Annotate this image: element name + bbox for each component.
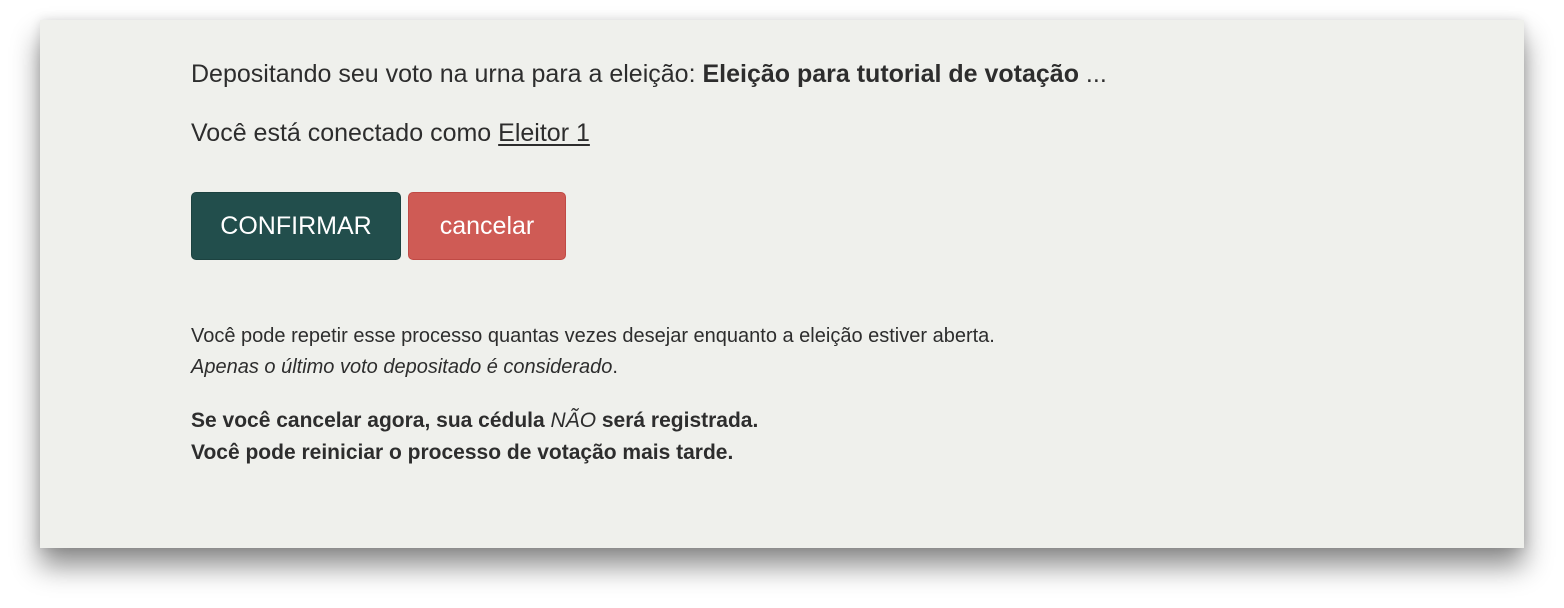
cancel-warning: Se você cancelar agora, sua cédula NÃO s… [191, 405, 758, 469]
repeat-vote-line: Você pode repetir esse processo quantas … [191, 325, 995, 347]
election-name: Eleição para tutorial de votação [702, 60, 1079, 88]
election-heading-prefix: Depositando seu voto na urna para a elei… [191, 60, 703, 88]
cast-vote-panel: Depositando seu voto na urna para a elei… [40, 20, 1524, 548]
cancel-button[interactable]: cancelar [408, 192, 566, 260]
logged-in-prefix: Você está conectado como [191, 119, 499, 147]
last-vote-note: Apenas o último voto depositado é consid… [191, 352, 995, 383]
logged-in-status: Você está conectado como Eleitor 1 [191, 117, 590, 149]
voter-name-link[interactable]: Eleitor 1 [498, 119, 590, 147]
action-buttons: CONFIRMAR cancelar [191, 192, 566, 260]
election-heading-suffix: ... [1078, 60, 1107, 88]
cancel-warning-suffix: será registrada. [596, 409, 759, 432]
last-vote-note-text: Apenas o último voto depositado é consid… [191, 356, 613, 378]
election-heading: Depositando seu voto na urna para a elei… [191, 58, 1107, 90]
cancel-warning-prefix: Se você cancelar agora, sua cédula [191, 409, 551, 432]
cancel-warning-line1: Se você cancelar agora, sua cédula NÃO s… [191, 405, 758, 437]
cancel-warning-line2: Você pode reiniciar o processo de votaçã… [191, 441, 734, 464]
confirm-button[interactable]: CONFIRMAR [191, 192, 401, 260]
cancel-warning-emphasis: NÃO [550, 409, 597, 432]
last-vote-note-period: . [612, 356, 618, 378]
repeat-vote-info: Você pode repetir esse processo quantas … [191, 321, 995, 383]
